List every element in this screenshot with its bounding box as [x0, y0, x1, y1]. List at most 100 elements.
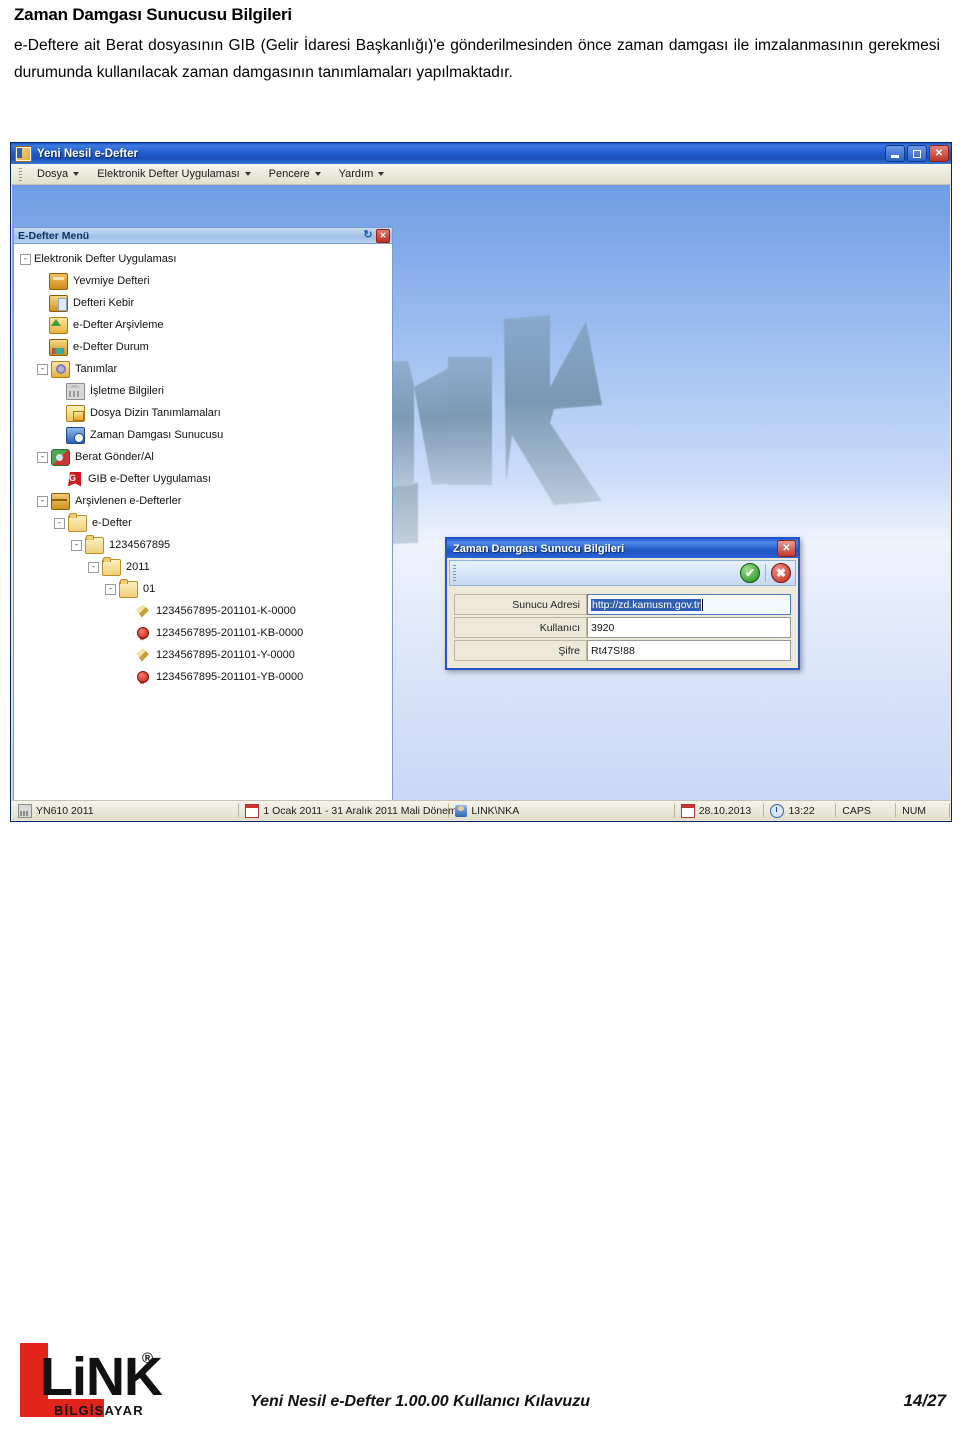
tree-toggle-placeholder: [122, 673, 131, 682]
save-button[interactable]: ✔: [740, 563, 760, 583]
tree-item-label: Elektronik Defter Uygulaması: [34, 252, 177, 265]
tree-item[interactable]: - 2011: [14, 556, 392, 578]
tree-item-label: Zaman Damgası Sunucusu: [90, 428, 224, 441]
cancel-button[interactable]: ✖: [771, 563, 791, 583]
tree-item-label: Defteri Kebir: [73, 296, 135, 309]
chevron-down-icon: [378, 172, 385, 176]
tree-item[interactable]: İşletme Bilgileri: [14, 380, 392, 402]
bank-icon: [66, 382, 85, 400]
directories-icon: [66, 404, 85, 422]
window-title: Yeni Nesil e-Defter: [37, 147, 138, 160]
tree-toggle-placeholder: [37, 343, 46, 352]
tree-collapse-toggle[interactable]: -: [37, 451, 48, 463]
menu-item-yardim[interactable]: Yardım: [330, 166, 394, 182]
tree-item[interactable]: 1234567895-201101-YB-0000: [14, 666, 392, 688]
svg-text:BİLGİSAYAR: BİLGİSAYAR: [54, 1403, 144, 1418]
sunucu-adresi-input[interactable]: http://zd.kamusm.gov.tr: [587, 594, 791, 615]
link-logo: LiNK ® BİLGİSAYAR: [18, 1337, 178, 1423]
toolbar-grip-icon[interactable]: [453, 565, 456, 581]
tree-toggle-placeholder: [122, 629, 131, 638]
tree-collapse-toggle[interactable]: -: [54, 517, 65, 529]
window-buttons: ✕: [885, 145, 949, 162]
sunucu-adresi-label: Sunucu Adresi: [454, 594, 587, 615]
tree-item[interactable]: 1234567895-201101-K-0000: [14, 600, 392, 622]
tree-item-label: e-Defter Arşivleme: [73, 318, 164, 331]
chevron-down-icon: [73, 172, 80, 176]
status-bar-cell: 1 Ocak 2011 - 31 Aralık 2011 Mali Dönemi: [239, 803, 459, 818]
status-bar-cell: LINK\NKA: [449, 803, 675, 818]
close-icon: ✕: [782, 543, 791, 554]
page-root: Zaman Damgası Sunucusu Bilgileri e-Defte…: [0, 0, 960, 1431]
tree-item[interactable]: Zaman Damgası Sunucusu: [14, 424, 392, 446]
dialog-toolbar: ✔ ✖: [449, 560, 796, 586]
tree-item-label: 1234567895-201101-KB-0000: [156, 626, 304, 639]
menu-item-elektronik-defter-uygulamasi[interactable]: Elektronik Defter Uygulaması: [88, 166, 259, 182]
tree-item[interactable]: - Tanımlar: [14, 358, 392, 380]
folder-icon: [102, 556, 121, 576]
menu-grip-icon[interactable]: [19, 167, 22, 181]
tree-collapse-toggle[interactable]: -: [37, 495, 48, 507]
tree-item[interactable]: - 1234567895: [14, 534, 392, 556]
document-icon: [134, 604, 151, 619]
tree-item[interactable]: 1234567895-201101-KB-0000: [14, 622, 392, 644]
tree-item[interactable]: e-Defter Arşivleme: [14, 314, 392, 336]
tree-item[interactable]: Defteri Kebir: [14, 292, 392, 314]
tree-item[interactable]: Dosya Dizin Tanımlamaları: [14, 402, 392, 424]
tree-toggle-placeholder: [122, 651, 131, 660]
tree-item[interactable]: - Elektronik Defter Uygulaması: [14, 248, 392, 270]
tree-collapse-toggle[interactable]: -: [71, 539, 82, 551]
tree-item[interactable]: 1234567895-201101-Y-0000: [14, 644, 392, 666]
tree-item[interactable]: - Berat Gönder/Al: [14, 446, 392, 468]
footer-title: Yeni Nesil e-Defter 1.00.00 Kullanıcı Kı…: [250, 1393, 590, 1410]
sifre-input[interactable]: Rt47S!88: [587, 640, 791, 661]
dialog-close-button[interactable]: ✕: [777, 540, 796, 557]
books-icon: [49, 272, 68, 290]
archive-icon: [49, 316, 68, 334]
tree-toggle-placeholder: [37, 321, 46, 330]
chevron-down-icon: [314, 172, 321, 176]
tree-collapse-toggle[interactable]: -: [88, 561, 99, 573]
minimize-button[interactable]: [885, 145, 905, 162]
form-row-sifre: Şifre Rt47S!88: [454, 640, 791, 661]
window-titlebar: Yeni Nesil e-Defter ✕: [11, 143, 951, 164]
tree-item-label: 01: [143, 582, 156, 595]
status-bar-cell: 13:22: [764, 803, 837, 818]
tree-toggle-placeholder: [54, 387, 63, 396]
tree-collapse-toggle[interactable]: -: [20, 253, 31, 265]
tree-item-label: Tanımlar: [75, 362, 118, 375]
tree-item[interactable]: - 01: [14, 578, 392, 600]
tree-item-label: Berat Gönder/Al: [75, 450, 154, 463]
menu-item-pencere[interactable]: Pencere: [260, 166, 330, 182]
menu-label: Yardım: [338, 168, 374, 180]
menu-label: Dosya: [37, 168, 69, 180]
tree-toggle-placeholder: [37, 277, 46, 286]
seal-icon: [134, 670, 151, 685]
tree-item-label: 1234567895-201101-Y-0000: [156, 648, 295, 661]
seal-icon: [134, 626, 151, 641]
menu-item-dosya[interactable]: Dosya: [28, 166, 88, 182]
status-bar-cell: 28.10.2013: [675, 803, 765, 818]
tree-item[interactable]: Yevmiye Defteri: [14, 270, 392, 292]
tree-item[interactable]: e-Defter Durum: [14, 336, 392, 358]
kullanici-input[interactable]: 3920: [587, 617, 791, 638]
navigation-tree: - Elektronik Defter Uygulaması Yevmiye Def…: [14, 244, 392, 801]
form-row-sunucu-adresi: Sunucu Adresi http://zd.kamusm.gov.tr: [454, 594, 791, 615]
refresh-icon[interactable]: ↻: [362, 230, 374, 242]
clock-icon: [770, 803, 785, 818]
tree-toggle-placeholder: [122, 607, 131, 616]
sifre-label: Şifre: [454, 640, 587, 661]
close-button[interactable]: ✕: [929, 145, 949, 162]
tree-item[interactable]: GIB e-Defter Uygulaması: [14, 468, 392, 490]
page-footer: LiNK ® BİLGİSAYAR Yeni Nesil e-Defter 1.…: [0, 1331, 960, 1431]
user-icon: [455, 804, 468, 817]
maximize-button[interactable]: [907, 145, 927, 162]
tree-collapse-toggle[interactable]: -: [37, 363, 48, 375]
dialog-title: Zaman Damgası Sunucu Bilgileri: [453, 542, 625, 555]
status-bar-text: 28.10.2013: [698, 804, 752, 817]
folder-icon: [119, 578, 138, 598]
status-bar: YN610 2011 1 Ocak 2011 - 31 Aralık 2011 M…: [12, 800, 950, 820]
tree-item[interactable]: - e-Defter: [14, 512, 392, 534]
tree-collapse-toggle[interactable]: -: [105, 583, 116, 595]
panel-close-icon[interactable]: ✕: [376, 228, 390, 243]
tree-item[interactable]: - Arşivlenen e-Defterler: [14, 490, 392, 512]
